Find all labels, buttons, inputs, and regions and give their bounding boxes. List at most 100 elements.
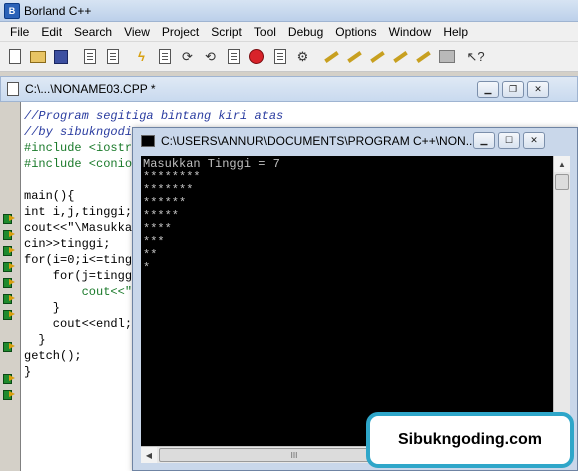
menu-tool[interactable]: Tool — [248, 22, 282, 42]
console-maximize-button[interactable]: ☐ — [498, 132, 520, 149]
menu-script[interactable]: Script — [205, 22, 248, 42]
brush-tool-button-5[interactable] — [413, 46, 434, 68]
code-line: getch(); — [24, 349, 82, 363]
console-title: C:\USERS\ANNUR\DOCUMENTS\PROGRAM C++\NON… — [161, 134, 476, 148]
run-button[interactable]: ϟ — [131, 46, 152, 68]
folder-icon — [438, 50, 455, 63]
editor-window-controls: ▁ ❐ ✕ — [477, 81, 549, 98]
code-line: } — [24, 333, 46, 347]
menu-edit[interactable]: Edit — [35, 22, 68, 42]
console-minimize-button[interactable]: ▁ — [473, 132, 495, 149]
menu-bar: File Edit Search View Project Script Too… — [0, 22, 578, 42]
code-line: //by sibukngoding — [24, 125, 147, 139]
open-folder-icon — [29, 50, 46, 63]
menu-project[interactable]: Project — [156, 22, 205, 42]
help-pointer-icon: ↖? — [466, 48, 485, 64]
make-doc-icon — [106, 49, 119, 64]
breakpoint-marker-icon[interactable] — [3, 308, 17, 320]
editor-title-bar: C:\...\NONAME03.CPP * ▁ ❐ ✕ — [0, 76, 578, 102]
code-line: } — [24, 365, 32, 379]
brush-tool-button-4[interactable] — [390, 46, 411, 68]
watch-button[interactable] — [269, 46, 290, 68]
breakpoint-marker-icon[interactable] — [3, 260, 17, 272]
brush-icon — [370, 50, 385, 63]
compile-file-button[interactable] — [79, 46, 100, 68]
inspect-icon: ⚙ — [296, 48, 309, 64]
menu-view[interactable]: View — [118, 22, 156, 42]
console-close-button[interactable]: ✕ — [523, 132, 545, 149]
breakpoint-marker-icon[interactable] — [3, 292, 17, 304]
editor-title: C:\...\NONAME03.CPP * — [25, 82, 156, 96]
editor-minimize-button[interactable]: ▁ — [477, 81, 499, 98]
code-line: cout<<endl; — [24, 317, 133, 331]
breakpoint-marker-icon[interactable] — [3, 372, 17, 384]
brush-icon — [347, 50, 362, 63]
menu-options[interactable]: Options — [329, 22, 382, 42]
cursor-icon: ⟲ — [205, 48, 216, 64]
save-file-button[interactable] — [50, 46, 71, 68]
code-line: } — [24, 301, 61, 315]
console-output[interactable]: Masukkan Tinggi = 7 ******** ******* ***… — [141, 156, 553, 446]
menu-debug[interactable]: Debug — [282, 22, 329, 42]
compile-doc-icon — [83, 49, 96, 64]
breakpoint-doc-icon — [227, 49, 240, 64]
make-project-button[interactable] — [102, 46, 123, 68]
context-help-button[interactable]: ↖? — [465, 46, 486, 68]
menu-file[interactable]: File — [4, 22, 35, 42]
toggle-breakpoint-button[interactable] — [223, 46, 244, 68]
code-line: cin>>tinggi; — [24, 237, 111, 251]
step-over-button[interactable] — [154, 46, 175, 68]
scroll-up-arrow-icon[interactable]: ▲ — [554, 156, 570, 172]
console-window-controls: ▁ ☐ ✕ — [473, 132, 545, 149]
new-file-button[interactable] — [4, 46, 25, 68]
menu-window[interactable]: Window — [383, 22, 438, 42]
run-to-cursor-button[interactable]: ⟲ — [200, 46, 221, 68]
brush-icon — [393, 50, 408, 63]
watch-doc-icon — [273, 49, 286, 64]
editor-restore-button[interactable]: ❐ — [502, 81, 524, 98]
breakpoint-marker-icon[interactable] — [3, 388, 17, 400]
trace-icon: ⟳ — [182, 48, 193, 64]
breakpoint-marker-icon[interactable] — [3, 212, 17, 224]
step-over-icon — [158, 49, 171, 64]
menu-search[interactable]: Search — [68, 22, 118, 42]
trace-into-button[interactable]: ⟳ — [177, 46, 198, 68]
scroll-grip: III — [290, 450, 298, 460]
new-file-icon — [8, 49, 21, 64]
menu-help[interactable]: Help — [437, 22, 474, 42]
open-file-button[interactable] — [27, 46, 48, 68]
inspect-button[interactable]: ⚙ — [292, 46, 313, 68]
ide-title-bar: B Borland C++ — [0, 0, 578, 22]
breakpoint-marker-icon[interactable] — [3, 340, 17, 352]
stop-icon — [249, 49, 264, 64]
scroll-left-arrow-icon[interactable]: ◀ — [141, 447, 157, 463]
breakpoint-marker-icon[interactable] — [3, 228, 17, 240]
save-disk-icon — [53, 49, 68, 64]
breakpoint-marker-icon[interactable] — [3, 244, 17, 256]
code-line: int i,j,tinggi; — [24, 205, 133, 219]
stop-button[interactable] — [246, 46, 267, 68]
vertical-scroll-thumb[interactable] — [555, 174, 569, 190]
folder-button[interactable] — [436, 46, 457, 68]
brush-icon — [324, 50, 339, 63]
console-line: * — [143, 261, 151, 275]
watermark-badge: Sibukngoding.com — [366, 412, 574, 468]
code-line: main(){ — [24, 189, 75, 203]
lightning-icon: ϟ — [138, 49, 145, 64]
brush-tool-button-1[interactable] — [321, 46, 342, 68]
console-vertical-scrollbar[interactable]: ▲ ▼ — [553, 156, 570, 446]
brush-tool-button-2[interactable] — [344, 46, 365, 68]
breakpoint-marker-icon[interactable] — [3, 276, 17, 288]
brush-tool-button-3[interactable] — [367, 46, 388, 68]
editor-gutter — [0, 102, 20, 471]
borland-app-icon: B — [4, 2, 20, 19]
code-line: //Program segitiga bintang kiri atas — [24, 109, 284, 123]
watermark-text: Sibukngoding.com — [398, 431, 542, 448]
document-icon — [7, 82, 19, 96]
editor-close-button[interactable]: ✕ — [527, 81, 549, 98]
console-icon — [141, 135, 155, 147]
console-title-bar: C:\USERS\ANNUR\DOCUMENTS\PROGRAM C++\NON… — [133, 128, 577, 154]
toolbar: ϟ ⟳ ⟲ ⚙ ↖? — [0, 42, 578, 72]
app-title: Borland C++ — [24, 3, 92, 18]
brush-icon — [416, 50, 431, 63]
